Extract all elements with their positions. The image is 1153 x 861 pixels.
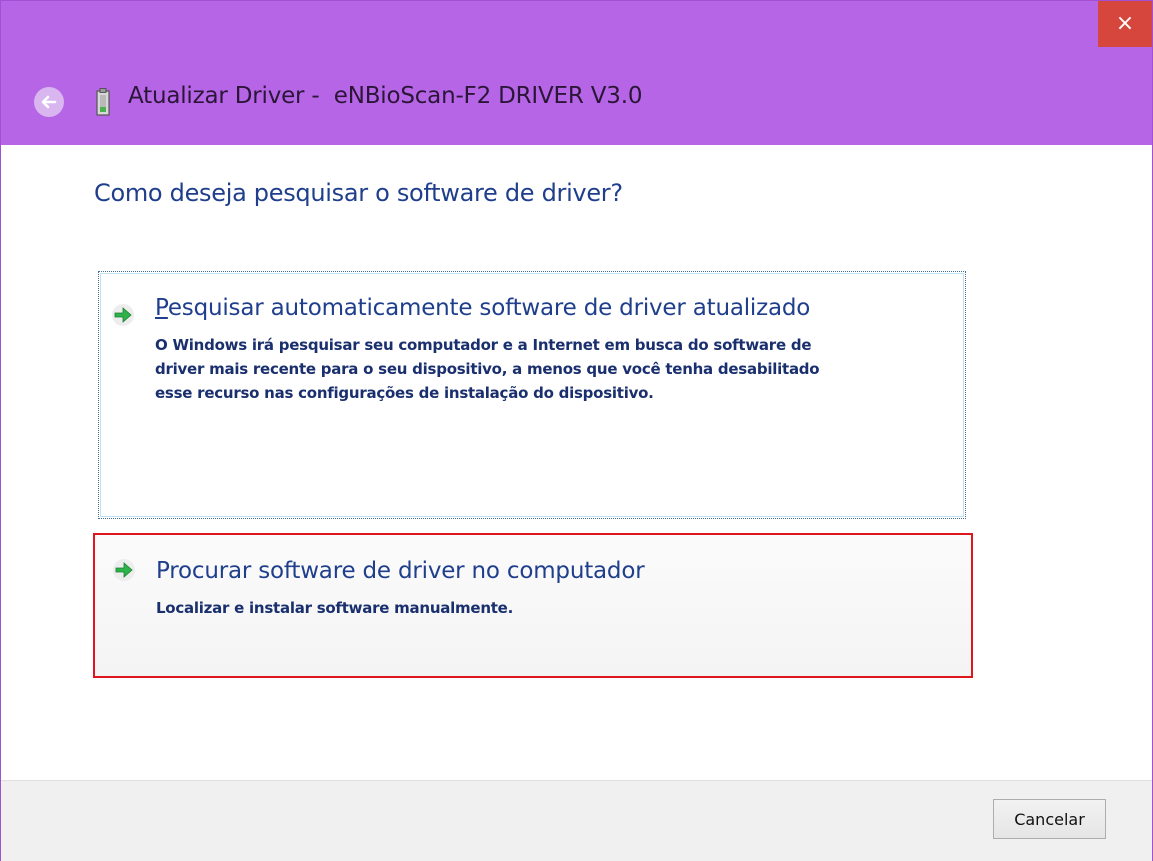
dialog-footer xyxy=(1,780,1152,861)
description-line: driver mais recente para o seu dispositi… xyxy=(155,360,820,378)
browse-computer-option[interactable]: Procurar software de driver no computado… xyxy=(93,533,973,678)
green-arrow-icon xyxy=(113,559,135,581)
close-button[interactable]: × xyxy=(1098,1,1152,47)
window-title: Atualizar Driver - eNBioScan-F2 DRIVER V… xyxy=(128,83,643,109)
mnemonic-letter: P xyxy=(155,295,168,321)
usb-device-icon xyxy=(96,88,110,116)
green-arrow-icon xyxy=(112,304,134,326)
option-description: Localizar e instalar software manualment… xyxy=(156,599,514,617)
option-title-rest: esquisar automaticamente software de dri… xyxy=(167,295,811,321)
option-description: O Windows irá pesquisar seu computador e… xyxy=(155,333,955,405)
option-title: Procurar software de driver no computado… xyxy=(156,558,645,584)
close-icon: × xyxy=(1115,11,1135,36)
page-heading: Como deseja pesquisar o software de driv… xyxy=(94,179,623,207)
back-button[interactable] xyxy=(34,87,64,117)
cancel-button[interactable]: Cancelar xyxy=(993,799,1106,839)
back-arrow-icon xyxy=(41,95,57,109)
update-driver-window: × Atualizar Driver - eNBioScan-F2 DRIVER… xyxy=(0,0,1153,861)
description-line: esse recurso nas configurações de instal… xyxy=(155,384,654,402)
title-bar: × Atualizar Driver - eNBioScan-F2 DRIVER… xyxy=(1,1,1152,145)
option-title: Pesquisar automaticamente software de dr… xyxy=(155,295,810,321)
description-line: O Windows irá pesquisar seu computador e… xyxy=(155,336,812,354)
search-automatically-option[interactable]: Pesquisar automaticamente software de dr… xyxy=(98,271,966,519)
